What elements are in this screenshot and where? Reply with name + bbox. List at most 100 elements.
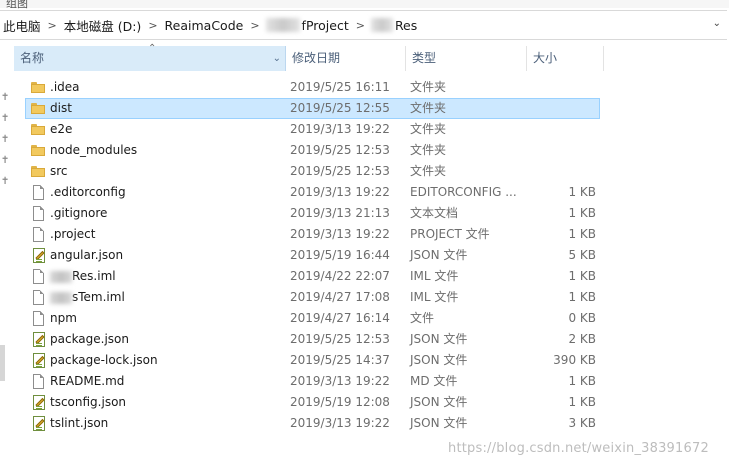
file-size <box>506 162 596 181</box>
file-date: 2019/5/25 12:55 <box>290 101 390 115</box>
file-date: 2019/3/13 19:22 <box>290 122 390 136</box>
column-header-size[interactable]: 大小 <box>527 46 604 71</box>
file-date: 2019/3/13 21:13 <box>290 206 390 220</box>
file-name: .idea <box>50 80 80 94</box>
pin-icon[interactable]: ✝ <box>1 92 9 103</box>
file-name: e2e <box>50 122 73 136</box>
file-row[interactable]: e2e 2019/3/13 19:22 文件夹 <box>25 119 600 140</box>
file-size: 1 KB <box>568 206 596 220</box>
column-header-name[interactable]: 名称 ⌃ ⌄ <box>14 43 286 71</box>
file-name: dist <box>50 101 72 115</box>
file-size: 1 KB <box>568 227 596 241</box>
file-size <box>506 141 596 160</box>
file-type: 文件 <box>410 311 435 325</box>
file-size: 1 KB <box>568 374 596 388</box>
file-date: 2019/5/19 16:44 <box>290 248 390 262</box>
file-name: Res.iml <box>72 269 116 283</box>
json-file-icon <box>33 332 45 347</box>
file-row[interactable]: README.md 2019/3/13 19:22 MD 文件 1 KB <box>25 371 600 392</box>
file-type: JSON 文件 <box>410 248 468 262</box>
file-type: IML 文件 <box>410 269 459 283</box>
breadcrumb-item-reaimacode[interactable]: ReaimaCode <box>164 18 245 33</box>
file-name: .editorconfig <box>50 185 126 199</box>
redacted-text <box>50 270 72 283</box>
breadcrumb-item-this-pc[interactable]: 此电脑 <box>2 16 42 35</box>
column-header-date[interactable]: 修改日期 <box>286 46 406 71</box>
file-name: .project <box>50 227 96 241</box>
file-row[interactable]: .editorconfig 2019/3/13 19:22 EDITORCONF… <box>25 182 600 203</box>
file-type: 文件夹 <box>410 80 447 94</box>
file-date: 2019/3/13 19:22 <box>290 374 390 388</box>
navigation-pane-edge: ✝ ✝ ✝ ✝ ✝ <box>0 40 12 467</box>
file-row[interactable]: sTem.iml 2019/4/27 17:08 IML 文件 1 KB <box>25 287 600 308</box>
file-row[interactable]: .idea 2019/5/25 16:11 文件夹 <box>25 77 600 98</box>
file-size: 1 KB <box>568 395 596 409</box>
file-row[interactable]: .project 2019/3/13 19:22 PROJECT 文件 1 KB <box>25 224 600 245</box>
chevron-right-icon[interactable]: > <box>142 19 163 32</box>
chevron-down-icon[interactable]: ⌄ <box>273 46 281 71</box>
file-name-with-redaction: Res.iml <box>50 267 116 286</box>
file-size <box>506 99 596 118</box>
file-date: 2019/5/25 12:53 <box>290 164 390 178</box>
file-row[interactable]: Res.iml 2019/4/22 22:07 IML 文件 1 KB <box>25 266 600 287</box>
file-row[interactable]: package-lock.json 2019/5/25 14:37 JSON 文… <box>25 350 600 371</box>
file-type: 文件夹 <box>410 164 447 178</box>
folder-icon <box>31 124 45 135</box>
breadcrumb-item-res[interactable]: Res <box>394 18 418 33</box>
file-row[interactable]: src 2019/5/25 12:53 文件夹 <box>25 161 600 182</box>
column-header-name-label: 名称 <box>20 51 45 65</box>
file-icon <box>33 374 44 389</box>
folder-icon <box>31 103 45 114</box>
file-size: 0 KB <box>568 311 596 325</box>
redacted-text <box>50 291 72 304</box>
chevron-down-icon[interactable]: ⌄ <box>713 18 721 29</box>
file-size: 390 KB <box>553 353 596 367</box>
file-row[interactable]: package.json 2019/5/25 12:53 JSON 文件 2 K… <box>25 329 600 350</box>
pin-icon[interactable]: ✝ <box>1 134 9 145</box>
file-icon <box>33 269 44 284</box>
file-date: 2019/3/13 19:22 <box>290 416 390 430</box>
pin-icon[interactable]: ✝ <box>1 113 9 124</box>
file-size <box>506 78 596 97</box>
file-row[interactable]: tsconfig.json 2019/5/19 12:08 JSON 文件 1 … <box>25 392 600 413</box>
file-type: 文件夹 <box>410 101 447 115</box>
file-icon <box>33 227 44 242</box>
file-type: JSON 文件 <box>410 395 468 409</box>
chevron-right-icon[interactable]: > <box>42 19 63 32</box>
json-file-icon <box>33 395 45 410</box>
chevron-right-icon[interactable]: > <box>244 19 265 32</box>
file-name: package-lock.json <box>50 353 158 367</box>
json-file-icon <box>33 353 45 368</box>
address-bar[interactable]: 此电脑 > 本地磁盘 (D:) > ReaimaCode > fProject … <box>0 10 727 40</box>
nav-scrollbar[interactable] <box>0 345 5 381</box>
file-row-selected[interactable]: dist 2019/5/25 12:55 文件夹 <box>25 98 600 119</box>
file-name: README.md <box>50 374 125 388</box>
file-icon <box>33 290 44 305</box>
redacted-text <box>265 18 300 32</box>
sort-ascending-icon: ⌃ <box>148 43 157 54</box>
file-date: 2019/4/27 17:08 <box>290 290 390 304</box>
file-type: IML 文件 <box>410 290 459 304</box>
title-bar: 组图 <box>0 0 729 10</box>
file-size: 1 KB <box>568 269 596 283</box>
file-name: src <box>50 164 68 178</box>
pin-icon[interactable]: ✝ <box>1 155 9 166</box>
file-size: 5 KB <box>568 248 596 262</box>
file-row[interactable]: .gitignore 2019/3/13 21:13 文本文档 1 KB <box>25 203 600 224</box>
file-type: JSON 文件 <box>410 416 468 430</box>
file-row[interactable]: angular.json 2019/5/19 16:44 JSON 文件 5 K… <box>25 245 600 266</box>
chevron-right-icon[interactable]: > <box>350 19 371 32</box>
column-header-type[interactable]: 类型 <box>406 46 527 71</box>
file-date: 2019/3/13 19:22 <box>290 185 390 199</box>
breadcrumb-item-project[interactable]: fProject <box>301 18 350 33</box>
file-row[interactable]: npm 2019/4/27 16:14 文件 0 KB <box>25 308 600 329</box>
pin-icon[interactable]: ✝ <box>1 176 9 187</box>
file-type: JSON 文件 <box>410 332 468 346</box>
file-row[interactable]: tslint.json 2019/3/13 19:22 JSON 文件 3 KB <box>25 413 600 434</box>
breadcrumb-item-drive-d[interactable]: 本地磁盘 (D:) <box>63 16 143 35</box>
file-type: 文本文档 <box>410 206 459 220</box>
column-headers: 名称 ⌃ ⌄ 修改日期 类型 大小 <box>14 43 604 71</box>
json-file-icon <box>33 248 45 263</box>
file-icon <box>33 206 44 221</box>
file-row[interactable]: node_modules 2019/5/25 12:53 文件夹 <box>25 140 600 161</box>
